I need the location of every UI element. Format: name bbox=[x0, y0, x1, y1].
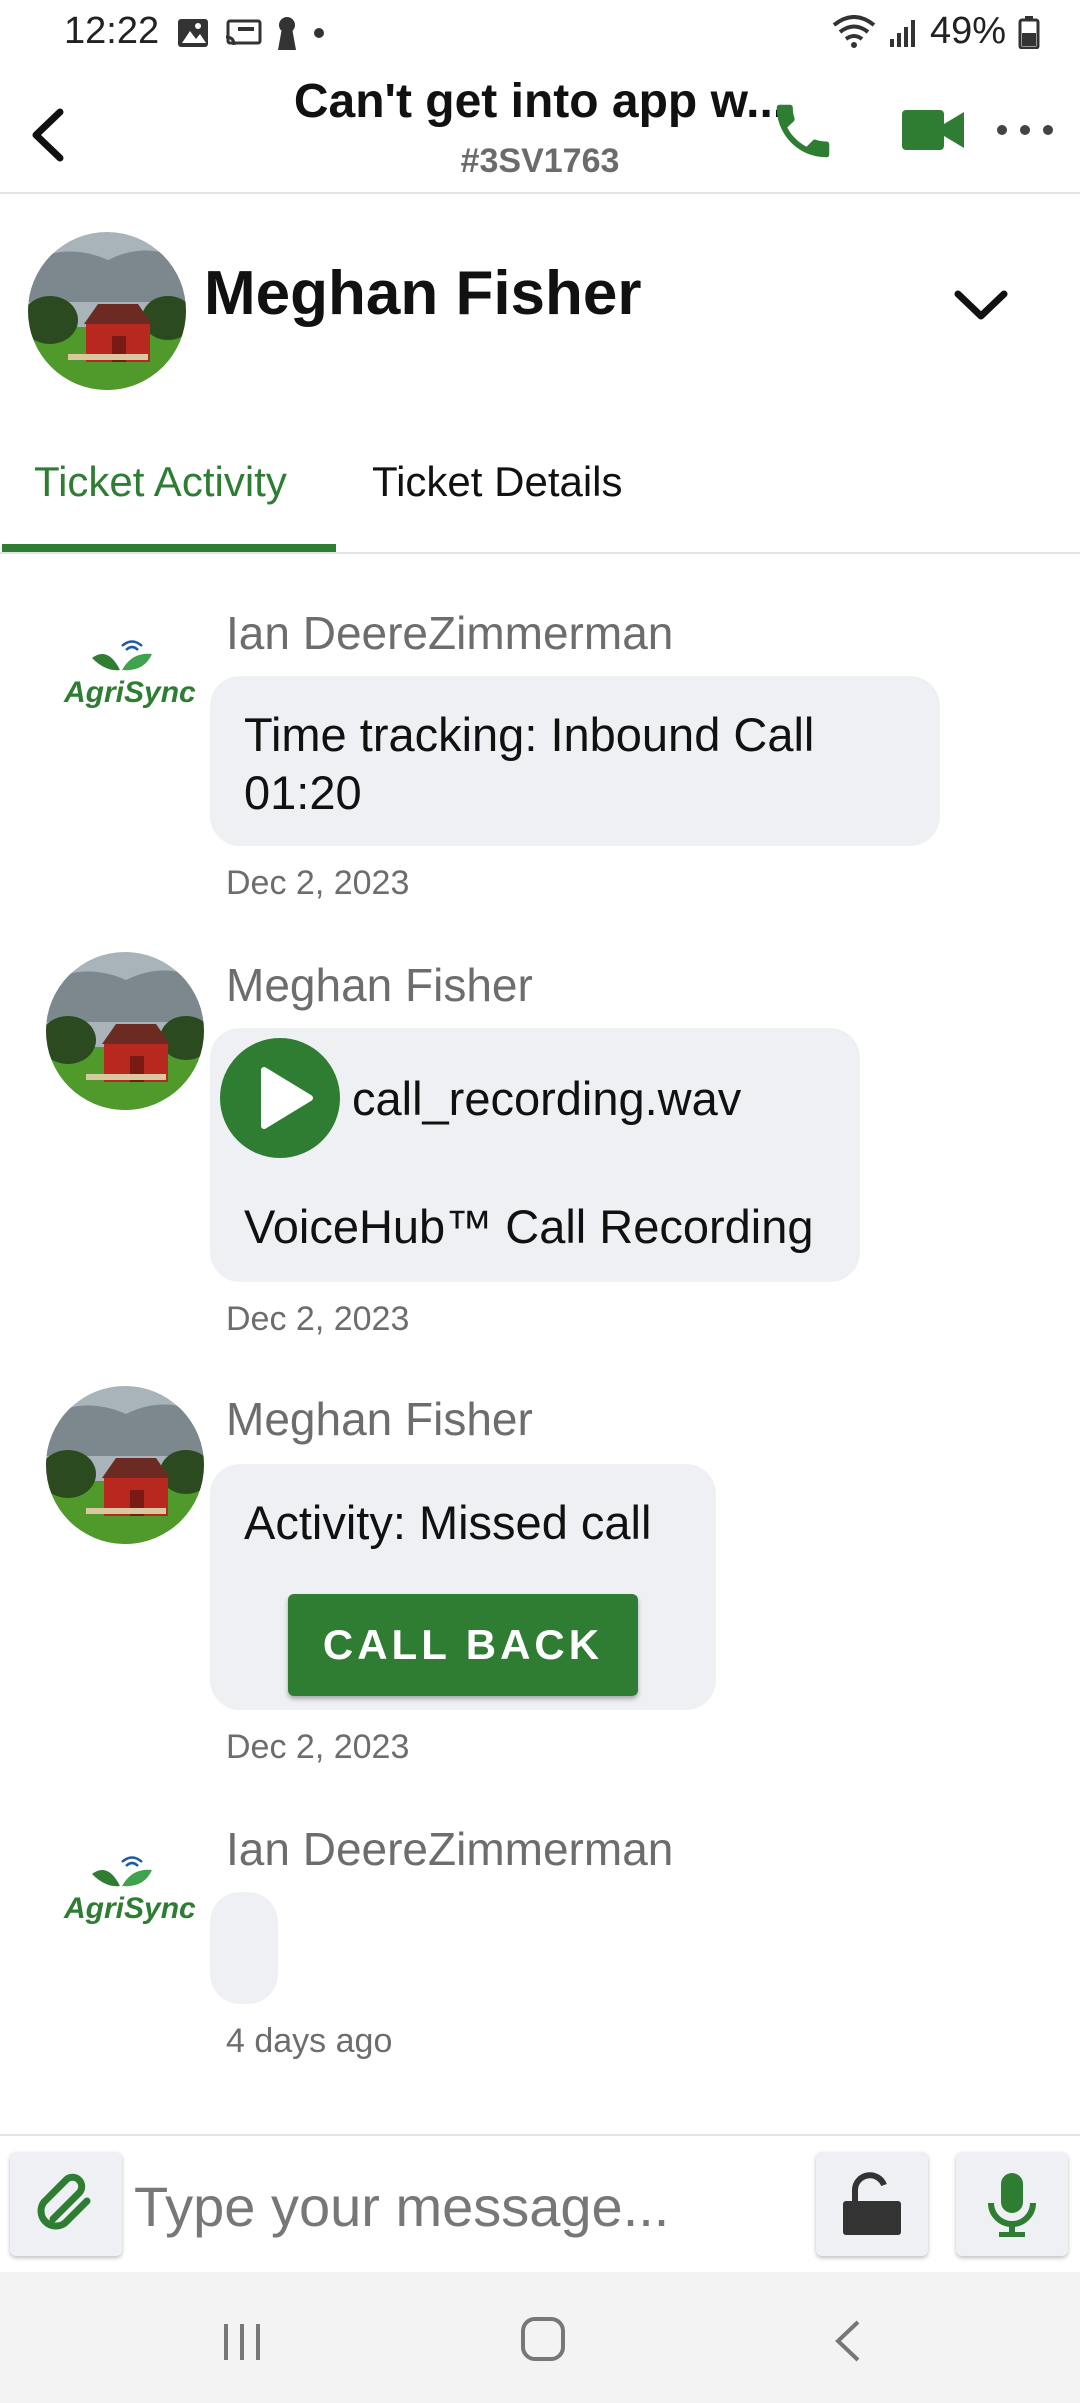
system-back-button[interactable] bbox=[830, 2316, 866, 2366]
message-input[interactable] bbox=[132, 2160, 806, 2252]
tab-ticket-activity[interactable]: Ticket Activity bbox=[34, 458, 287, 506]
message-date: Dec 2, 2023 bbox=[226, 864, 410, 902]
visibility-lock-button[interactable] bbox=[816, 2152, 928, 2256]
message-sender: Meghan Fisher bbox=[226, 959, 533, 1011]
video-call-button[interactable] bbox=[898, 100, 968, 160]
unlock-icon bbox=[843, 2172, 901, 2235]
agrisync-logo: AgriSync bbox=[60, 640, 196, 720]
status-notification-icons bbox=[176, 16, 326, 50]
agrisync-logo: AgriSync bbox=[60, 1856, 196, 1936]
message-date: Dec 2, 2023 bbox=[226, 1300, 410, 1338]
message-bubble: Activity: Missed call CALL BACK bbox=[210, 1464, 716, 1710]
call-button[interactable] bbox=[768, 96, 838, 166]
tab-divider bbox=[0, 552, 1080, 554]
barn-photo-icon bbox=[46, 952, 204, 1110]
home-icon bbox=[521, 2317, 565, 2361]
barn-photo-icon bbox=[28, 232, 186, 390]
agrisync-logo-text: AgriSync bbox=[64, 676, 196, 709]
status-right: 49% bbox=[832, 10, 1040, 53]
message-sender: Ian DeereZimmerman bbox=[226, 1823, 674, 1875]
video-camera-icon bbox=[902, 110, 964, 150]
contact-avatar[interactable] bbox=[28, 232, 186, 390]
header-divider bbox=[0, 192, 1080, 194]
home-button[interactable] bbox=[518, 2314, 568, 2364]
message-date: 4 days ago bbox=[226, 2022, 393, 2060]
cast-icon bbox=[225, 19, 262, 46]
paperclip-icon bbox=[37, 2173, 91, 2230]
message-bubble: call_recording.wav VoiceHub™ Call Record… bbox=[210, 1028, 860, 1282]
phone-icon bbox=[776, 104, 830, 158]
wifi-icon bbox=[832, 14, 876, 48]
active-tab-indicator bbox=[2, 544, 336, 552]
expand-contact-button[interactable] bbox=[950, 282, 1012, 328]
voice-message-button[interactable] bbox=[956, 2152, 1068, 2256]
chevron-down-icon bbox=[954, 290, 1008, 320]
message-bubble: Time tracking: Inbound Call 01:20 bbox=[210, 676, 940, 846]
gallery-icon bbox=[178, 19, 208, 47]
recent-apps-button[interactable] bbox=[220, 2322, 264, 2362]
sender-avatar[interactable] bbox=[46, 1386, 204, 1544]
tab-ticket-details[interactable]: Ticket Details bbox=[372, 458, 623, 506]
composer-divider bbox=[0, 2134, 1080, 2136]
attach-button[interactable] bbox=[10, 2152, 122, 2256]
back-arrow-icon bbox=[835, 2320, 860, 2362]
battery-percent: 49% bbox=[929, 10, 1006, 52]
play-icon bbox=[220, 1038, 340, 1158]
message-date: Dec 2, 2023 bbox=[226, 1728, 410, 1766]
microphone-icon bbox=[988, 2173, 1036, 2237]
more-options-button[interactable] bbox=[990, 110, 1060, 150]
more-horizontal-icon bbox=[997, 125, 1053, 135]
battery-icon bbox=[1018, 15, 1040, 49]
keyhole-icon bbox=[278, 17, 296, 50]
message-sender: Ian DeereZimmerman bbox=[226, 607, 674, 659]
agrisync-logo-text: AgriSync bbox=[64, 1892, 196, 1925]
play-button[interactable] bbox=[220, 1038, 340, 1158]
message-sender: Meghan Fisher bbox=[226, 1393, 533, 1445]
contact-name: Meghan Fisher bbox=[204, 259, 642, 328]
recent-apps-icon bbox=[224, 2324, 260, 2360]
signal-icon bbox=[889, 19, 915, 47]
message-text: Activity: Missed call bbox=[244, 1496, 652, 1549]
message-bubble bbox=[210, 1892, 278, 2004]
attachment-filename[interactable]: call_recording.wav bbox=[352, 1070, 741, 1128]
dot-icon bbox=[314, 28, 324, 38]
barn-photo-icon bbox=[46, 1386, 204, 1544]
call-back-button[interactable]: CALL BACK bbox=[288, 1594, 638, 1696]
message-text: Time tracking: Inbound Call 01:20 bbox=[244, 708, 815, 819]
sender-avatar[interactable] bbox=[46, 952, 204, 1110]
status-time: 12:22 bbox=[64, 10, 160, 52]
message-text: VoiceHub™ Call Recording bbox=[244, 1200, 814, 1253]
